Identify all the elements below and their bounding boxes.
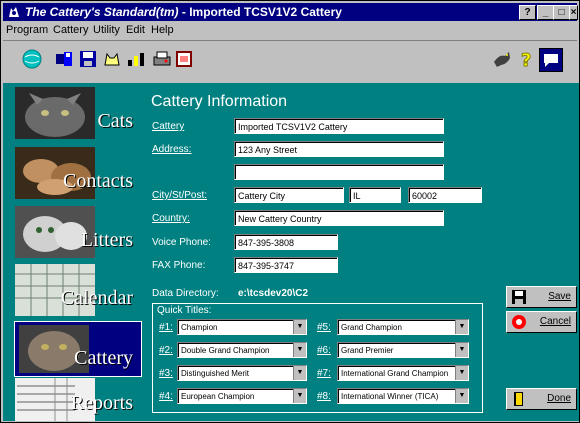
city-field[interactable]: Cattery City (234, 187, 344, 203)
title-bar: The Cattery's Standard(tm) - Imported TC… (3, 3, 578, 21)
city-state-post-label: City/St/Post: (152, 190, 208, 201)
nav-calendar[interactable]: Calendar (15, 264, 141, 316)
quick-title-7-select[interactable]: International Grand Champion ▼ (337, 365, 469, 381)
address-line1-field[interactable]: 123 Any Street (234, 141, 444, 157)
cat-app-icon (9, 7, 19, 17)
globe-icon[interactable] (21, 48, 43, 70)
menu-utility[interactable]: Utility (93, 22, 120, 39)
quick-title-2-select[interactable]: Double Grand Champion ▼ (177, 342, 307, 358)
quick-title-4-label: #4: (159, 391, 173, 402)
state-field[interactable]: IL (349, 187, 401, 203)
help-caption-button[interactable]: ? (519, 5, 536, 20)
data-directory-label: Data Directory: (152, 288, 219, 299)
app-window: The Cattery's Standard(tm) - Imported TC… (0, 0, 580, 423)
save-button[interactable]: Save (506, 286, 577, 308)
quick-title-7-label: #7: (317, 368, 331, 379)
quick-title-3-select[interactable]: Distinguished Merit ▼ (177, 365, 307, 381)
voice-phone-label: Voice Phone: (152, 237, 211, 248)
menu-bar: Program Cattery Utility Edit Help (3, 22, 577, 39)
cattery-label: Cattery (152, 121, 185, 132)
cats-photo-icon (15, 87, 95, 139)
help-icon[interactable]: ? (515, 48, 537, 71)
voice-phone-field[interactable]: 847-395-3808 (234, 234, 338, 250)
window-title: The Cattery's Standard(tm) - Imported TC… (25, 5, 342, 19)
quick-title-1-select[interactable]: Champion ▼ (177, 319, 307, 335)
nav-contacts[interactable]: Contacts (15, 147, 141, 199)
maximize-button[interactable]: □ (553, 5, 570, 20)
chevron-down-icon[interactable]: ▼ (293, 320, 306, 334)
quick-title-3-label: #3: (159, 368, 173, 379)
quick-title-4-select[interactable]: European Champion ▼ (177, 388, 307, 404)
nav-cats[interactable]: Cats (15, 87, 141, 139)
quick-title-1-label: #1: (159, 322, 173, 333)
fax-phone-label: FAX Phone: (152, 260, 206, 271)
save-label: Save (548, 291, 571, 302)
save-icon[interactable] (77, 48, 99, 70)
nav-label: Reports (70, 392, 133, 414)
toolbar: ? (3, 40, 577, 84)
quick-title-6-select[interactable]: Grand Premier ▼ (337, 342, 469, 358)
fax-phone-field[interactable]: 847-395-3747 (234, 257, 338, 273)
quick-title-5-label: #5: (317, 322, 331, 333)
address-line2-field[interactable] (234, 164, 444, 180)
chat-icon[interactable] (539, 48, 563, 72)
chevron-down-icon[interactable]: ▼ (455, 343, 468, 357)
nav-label: Cats (97, 110, 133, 132)
quick-title-8-select[interactable]: International Winner (TICA) ▼ (337, 388, 469, 404)
nav-cattery[interactable]: Cattery (14, 321, 142, 377)
nav-label: Litters (80, 229, 133, 251)
chevron-down-icon[interactable]: ▼ (293, 343, 306, 357)
page-title: Cattery Information (151, 93, 288, 110)
quick-title-2-label: #2: (159, 345, 173, 356)
postal-code-field[interactable]: 60002 (408, 187, 482, 203)
nav-label: Calendar (60, 287, 133, 309)
country-field[interactable]: New Cattery Country (234, 210, 444, 226)
chevron-down-icon[interactable]: ▼ (455, 320, 468, 334)
nav-litters[interactable]: Litters (15, 206, 141, 258)
cancel-icon (512, 315, 526, 329)
minimize-button[interactable]: _ (537, 5, 554, 20)
cancel-label: Cancel (539, 316, 571, 327)
chevron-down-icon[interactable]: ▼ (455, 389, 468, 403)
data-directory-value: e:\tcsdev20\C2 (238, 288, 309, 299)
menu-cattery[interactable]: Cattery (53, 22, 88, 39)
address-label: Address: (152, 144, 192, 155)
save-pedigree-icon[interactable] (53, 48, 75, 70)
cat-walking-icon[interactable] (491, 48, 513, 70)
menu-edit[interactable]: Edit (126, 22, 145, 39)
quick-titles-label: Quick Titles: (157, 305, 212, 316)
nav-label: Cattery (74, 347, 133, 369)
nav-label: Contacts (63, 170, 133, 192)
chevron-down-icon[interactable]: ▼ (455, 366, 468, 380)
chevron-down-icon[interactable]: ▼ (293, 389, 306, 403)
door-exit-icon (514, 392, 523, 406)
floppy-disk-icon (512, 290, 526, 304)
country-label: Country: (152, 213, 190, 224)
quick-title-5-select[interactable]: Grand Champion ▼ (337, 319, 469, 335)
chevron-down-icon[interactable]: ▼ (293, 366, 306, 380)
svg-text:?: ? (521, 50, 531, 70)
cancel-button[interactable]: Cancel (506, 311, 577, 333)
calendar-icon[interactable] (173, 48, 195, 70)
close-button[interactable]: × (569, 5, 578, 20)
nav-reports[interactable]: Reports (15, 378, 141, 421)
quick-title-8-label: #8: (317, 391, 331, 402)
cattery-name-field[interactable]: Imported TCSV1V2 Cattery (234, 118, 444, 134)
done-button[interactable]: Done (506, 388, 577, 410)
menu-help[interactable]: Help (151, 22, 174, 39)
chart-icon[interactable] (125, 48, 147, 70)
menu-program[interactable]: Program (6, 22, 48, 39)
quick-title-6-label: #6: (317, 345, 331, 356)
done-label: Done (547, 393, 571, 404)
print-icon[interactable] (151, 48, 173, 70)
cat-icon[interactable] (101, 48, 123, 70)
